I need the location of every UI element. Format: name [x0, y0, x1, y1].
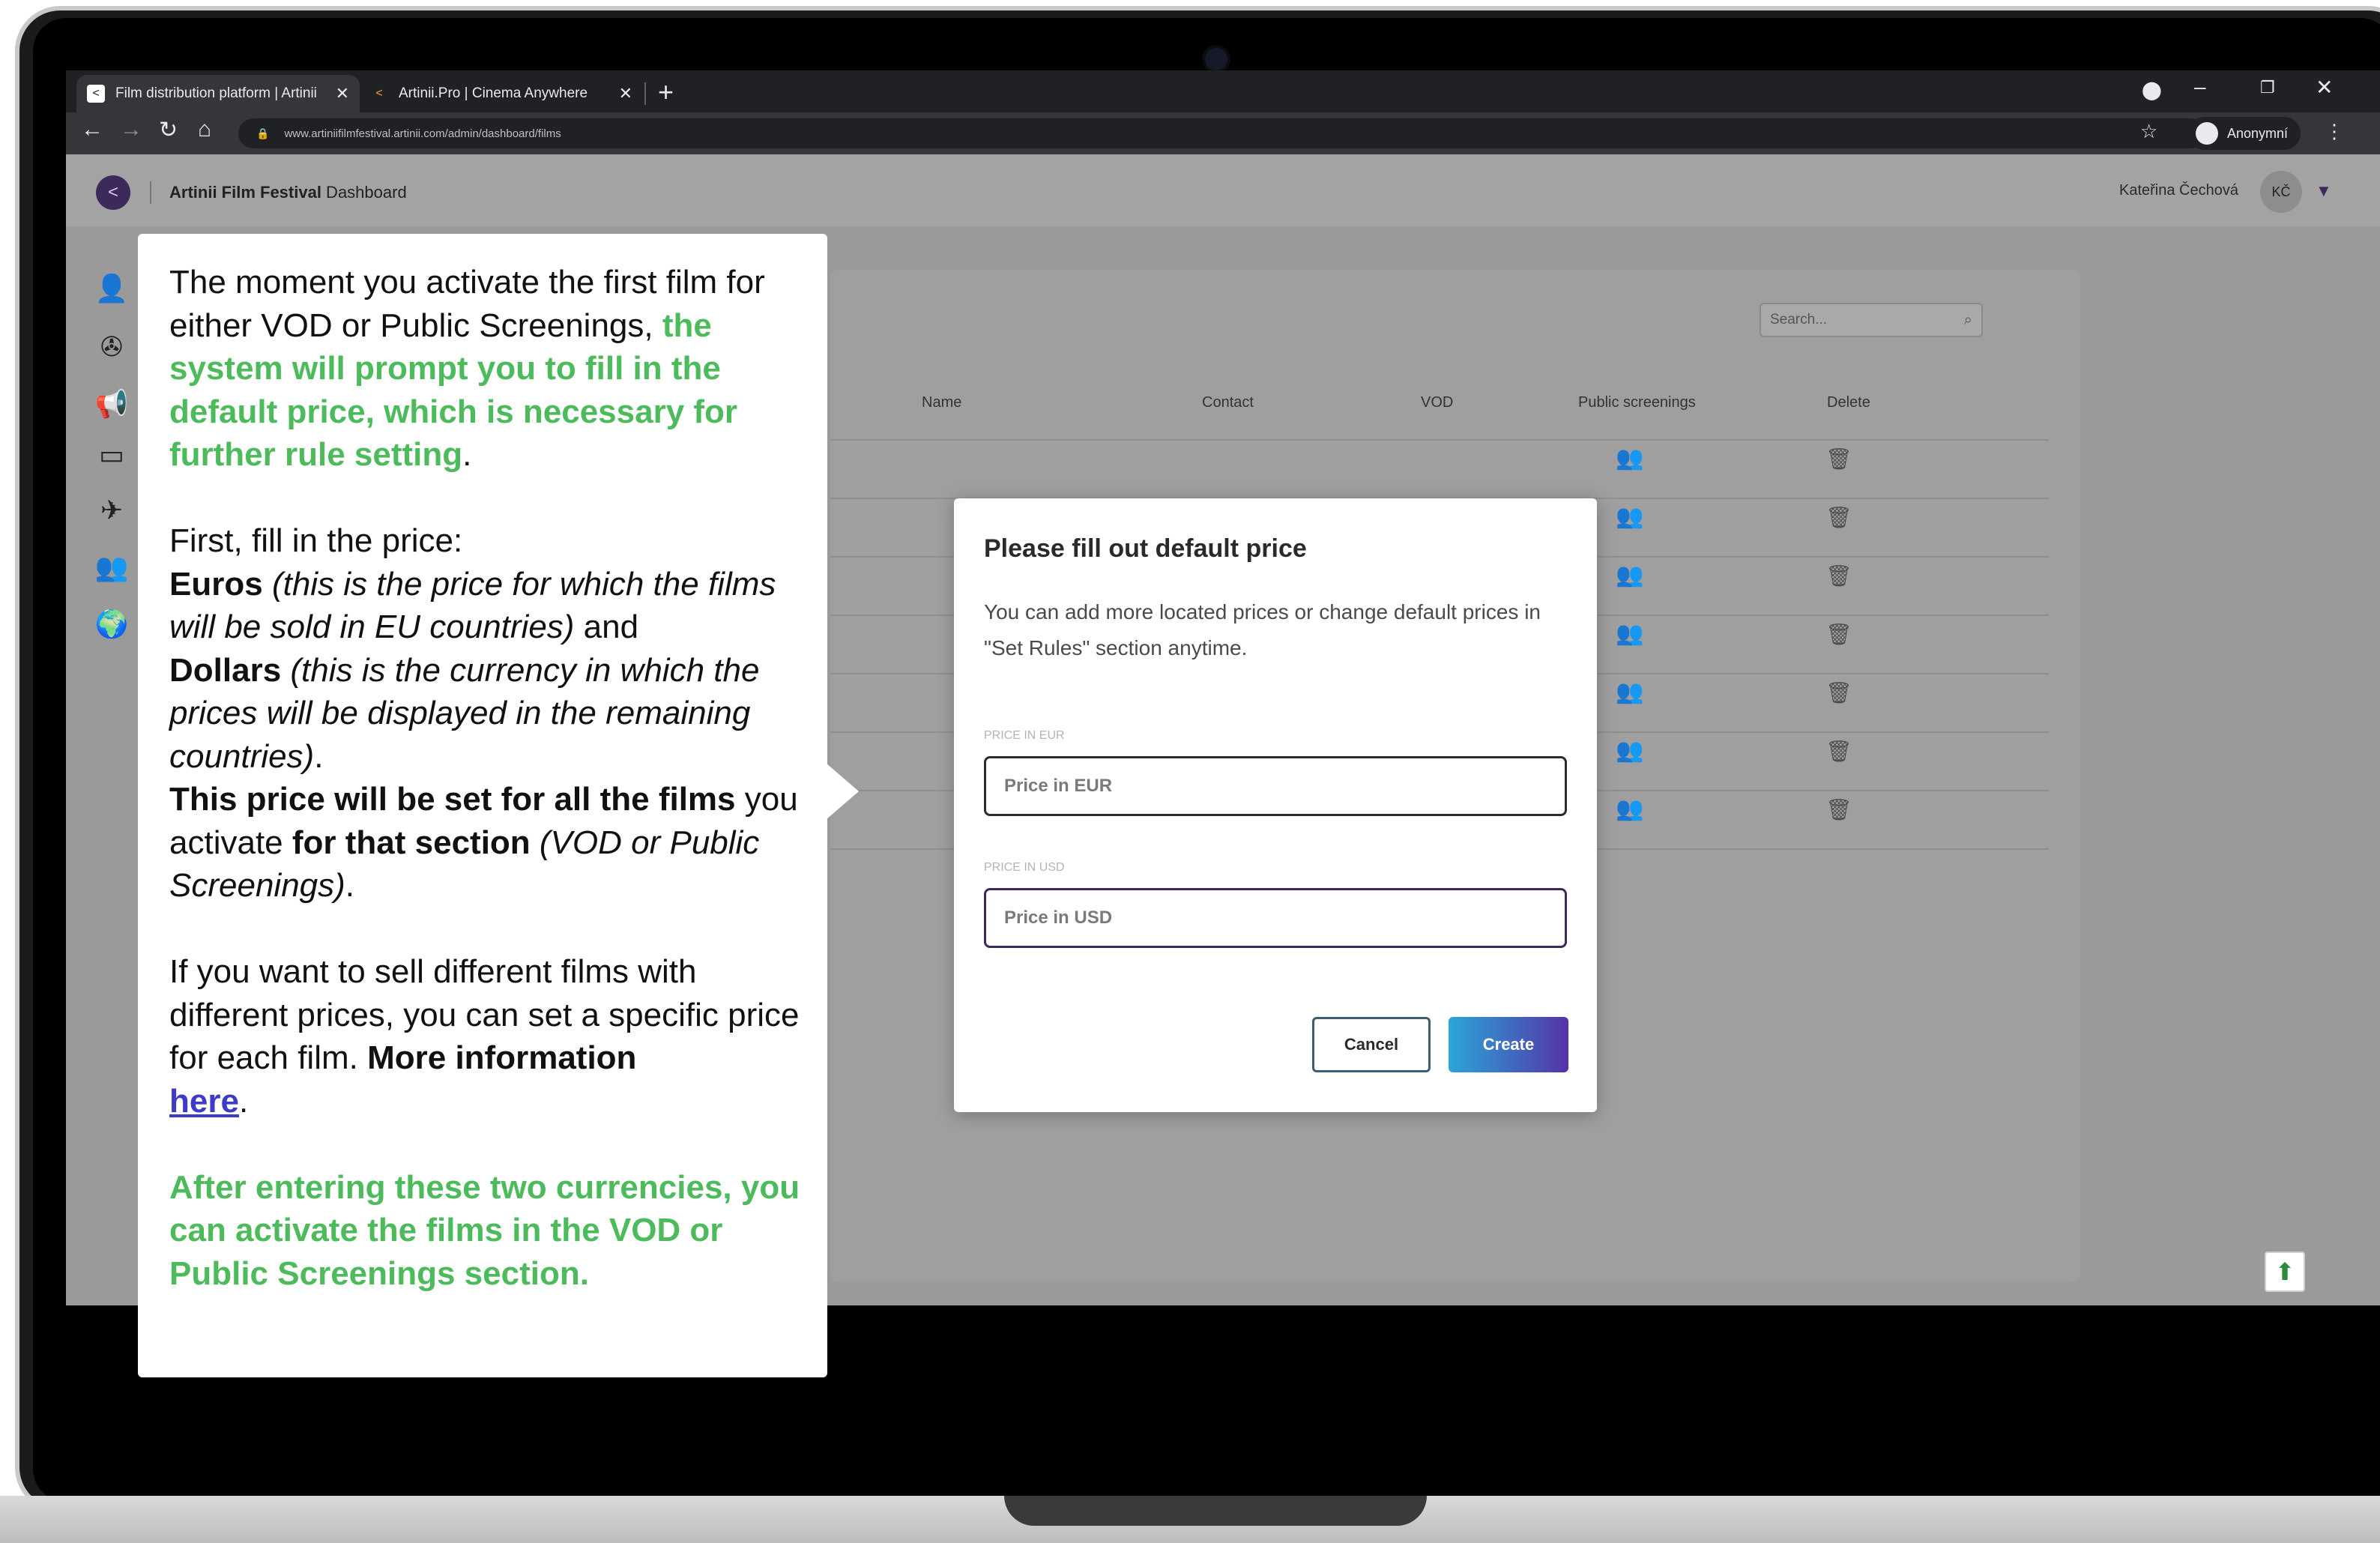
trash-icon[interactable]: 🗑	[1825, 447, 1852, 471]
tab-search-icon[interactable]: ⬤	[2142, 79, 2162, 101]
callout-bold-segment: for that section	[292, 824, 531, 861]
public-screenings-icon[interactable]: 👥	[1616, 445, 1643, 471]
callout-text-segment: .	[238, 1082, 249, 1120]
users-settings-icon[interactable]: 👤	[93, 273, 130, 304]
trash-icon[interactable]: 🗑	[1825, 505, 1852, 530]
new-tab-icon[interactable]: +	[658, 76, 674, 108]
restore-icon[interactable]: ❐	[2260, 78, 2275, 97]
callout-highlight: After entering these two currencies, you…	[169, 1168, 800, 1292]
chevron-down-icon[interactable]: ▼	[2316, 181, 2332, 201]
trash-icon[interactable]: 🗑	[1825, 622, 1852, 647]
public-screenings-icon[interactable]: 👥	[1616, 504, 1643, 530]
cancel-button[interactable]: Cancel	[1312, 1017, 1431, 1072]
trash-icon[interactable]: 🗑	[1825, 564, 1852, 588]
trash-icon[interactable]: 🗑	[1825, 797, 1852, 822]
artinii-logo-icon[interactable]: <	[96, 175, 130, 210]
price-eur-input[interactable]	[984, 756, 1567, 816]
callout-bold-segment: This price will be set for all the films	[169, 781, 736, 818]
default-price-modal: Please fill out default price You can ad…	[954, 498, 1597, 1112]
search-icon[interactable]: ⌕	[1964, 312, 1972, 329]
column-header-contact: Contact	[1202, 394, 1254, 411]
profile-label: Anonymní	[2227, 125, 2289, 141]
window-close-icon[interactable]: ✕	[2316, 75, 2333, 100]
address-bar[interactable]: 🔒 www.artiniifilmfestival.artinii.com/ad…	[238, 118, 2205, 148]
laptop-hinge-notch	[1004, 1496, 1427, 1526]
public-screenings-icon[interactable]: 👥	[1616, 679, 1643, 705]
column-header-vod: VOD	[1421, 394, 1454, 411]
artinii-pro-favicon-icon: <	[375, 87, 383, 100]
globe-icon[interactable]: 🌍	[93, 609, 130, 640]
column-header-public-screenings: Public screenings	[1578, 394, 1696, 411]
header-divider	[150, 181, 151, 204]
usd-field-label: PRICE IN USD	[984, 861, 1065, 874]
callout-text-segment: .	[462, 436, 472, 473]
tab-artinii-pro[interactable]: < Artinii.Pro | Cinema Anywhere ✕	[360, 75, 643, 112]
film-reel-icon[interactable]: ✇	[93, 331, 130, 363]
eur-field-label: PRICE IN EUR	[984, 729, 1065, 742]
column-header-name: Name	[922, 394, 962, 411]
callout-paragraph-4: After entering these two currencies, you…	[169, 1166, 806, 1296]
callout-text-segment: .	[314, 737, 324, 775]
profile-button[interactable]: Anonymní	[2188, 117, 2301, 150]
tab-title: Artinii.Pro | Cinema Anywhere	[399, 85, 588, 101]
public-screenings-icon[interactable]: 👥	[1616, 562, 1643, 588]
price-usd-input[interactable]	[984, 888, 1567, 948]
trash-icon[interactable]: 🗑	[1825, 739, 1852, 764]
user-name: Kateřina Čechová	[2119, 182, 2238, 199]
table-row-divider	[830, 439, 2049, 441]
public-screenings-icon[interactable]: 👥	[1616, 796, 1643, 822]
callout-bold-segment: More information	[367, 1039, 637, 1076]
tab-film-distribution[interactable]: < Film distribution platform | Artinii ✕	[76, 75, 360, 112]
public-screenings-icon[interactable]: 👥	[1616, 620, 1643, 647]
lock-icon: 🔒	[256, 127, 270, 139]
search-input[interactable]: Search... ⌕	[1760, 303, 1983, 337]
tab-title: Film distribution platform | Artinii	[115, 85, 317, 101]
user-avatar[interactable]: KČ	[2260, 171, 2302, 213]
close-tab-icon[interactable]: ✕	[336, 84, 349, 103]
brand-name: Artinii Film Festival	[169, 183, 321, 202]
modal-description: You can add more located prices or chang…	[984, 600, 1541, 659]
callout-dollars-label: Dollars	[169, 651, 282, 689]
ticket-icon[interactable]: ▭	[93, 439, 130, 471]
app-header	[66, 154, 2380, 226]
create-button[interactable]: Create	[1449, 1017, 1568, 1072]
paper-plane-icon[interactable]: ✈	[93, 495, 130, 526]
reload-icon[interactable]: ↻	[159, 117, 178, 143]
close-tab-icon[interactable]: ✕	[619, 84, 632, 103]
audience-icon[interactable]: 👥	[93, 552, 130, 583]
instruction-callout: The moment you activate the first film f…	[138, 234, 827, 1377]
callout-paragraph-1: The moment you activate the first film f…	[169, 261, 806, 477]
back-arrow-icon[interactable]: ←	[81, 117, 103, 142]
scroll-to-top-icon[interactable]: ⬆	[2265, 1251, 2305, 1292]
modal-title: Please fill out default price	[984, 534, 1307, 563]
search-placeholder: Search...	[1770, 312, 1828, 327]
more-info-link[interactable]: here	[169, 1083, 239, 1120]
brand-section: Dashboard	[321, 183, 407, 202]
callout-text-segment: .	[345, 867, 355, 904]
tab-separator	[644, 82, 646, 105]
url-text: www.artiniifilmfestival.artinii.com/admi…	[284, 127, 561, 140]
public-screenings-icon[interactable]: 👥	[1616, 737, 1643, 764]
app-brand: Artinii Film Festival Dashboard	[169, 183, 407, 202]
incognito-icon	[2196, 122, 2218, 145]
menu-dots-icon[interactable]: ⋮	[2325, 120, 2344, 143]
megaphone-icon[interactable]: 📢	[93, 388, 130, 420]
column-header-delete: Delete	[1827, 394, 1870, 411]
callout-paragraph-2: First, fill in the price: Euros (this is…	[169, 519, 806, 908]
minimize-icon[interactable]: –	[2194, 75, 2206, 99]
forward-arrow-icon[interactable]: →	[120, 117, 142, 142]
callout-pointer	[826, 763, 859, 820]
home-icon[interactable]: ⌂	[198, 117, 211, 142]
webcam	[1202, 45, 1230, 73]
trash-icon[interactable]: 🗑	[1825, 680, 1852, 705]
bookmark-star-icon[interactable]: ☆	[2140, 120, 2157, 143]
callout-text-segment: and	[574, 609, 639, 645]
callout-euros-label: Euros	[169, 565, 263, 603]
callout-text: The moment you activate the first film f…	[169, 261, 806, 1338]
callout-text-segment: First, fill in the price:	[169, 522, 463, 559]
artinii-favicon-icon: <	[87, 85, 105, 103]
callout-paragraph-3: If you want to sell different films with…	[169, 950, 806, 1123]
